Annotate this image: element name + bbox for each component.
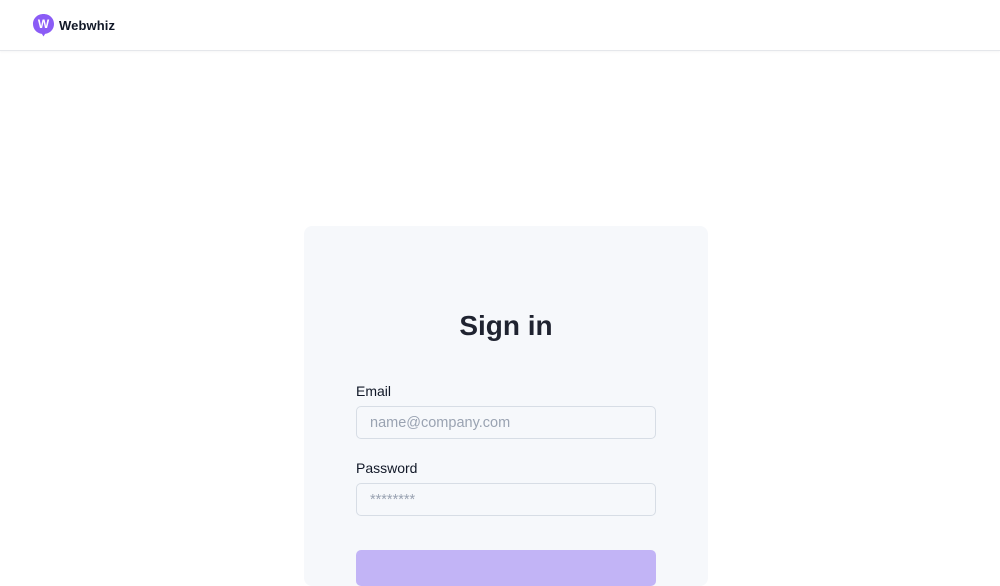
email-label: Email (356, 383, 392, 399)
password-input[interactable] (356, 483, 656, 516)
signin-title: Sign in (459, 310, 553, 341)
signin-card: Sign in Email Password (304, 226, 708, 586)
logo-letter: W (38, 17, 50, 31)
email-input[interactable] (356, 406, 656, 439)
top-navigation-bar: W Webwhiz (0, 0, 1000, 51)
brand-name: Webwhiz (59, 17, 116, 33)
submit-button[interactable] (356, 550, 656, 586)
password-label: Password (356, 460, 418, 476)
brand-home-link[interactable]: W Webwhiz (32, 13, 115, 37)
webwhiz-logo-icon: W (33, 14, 54, 37)
